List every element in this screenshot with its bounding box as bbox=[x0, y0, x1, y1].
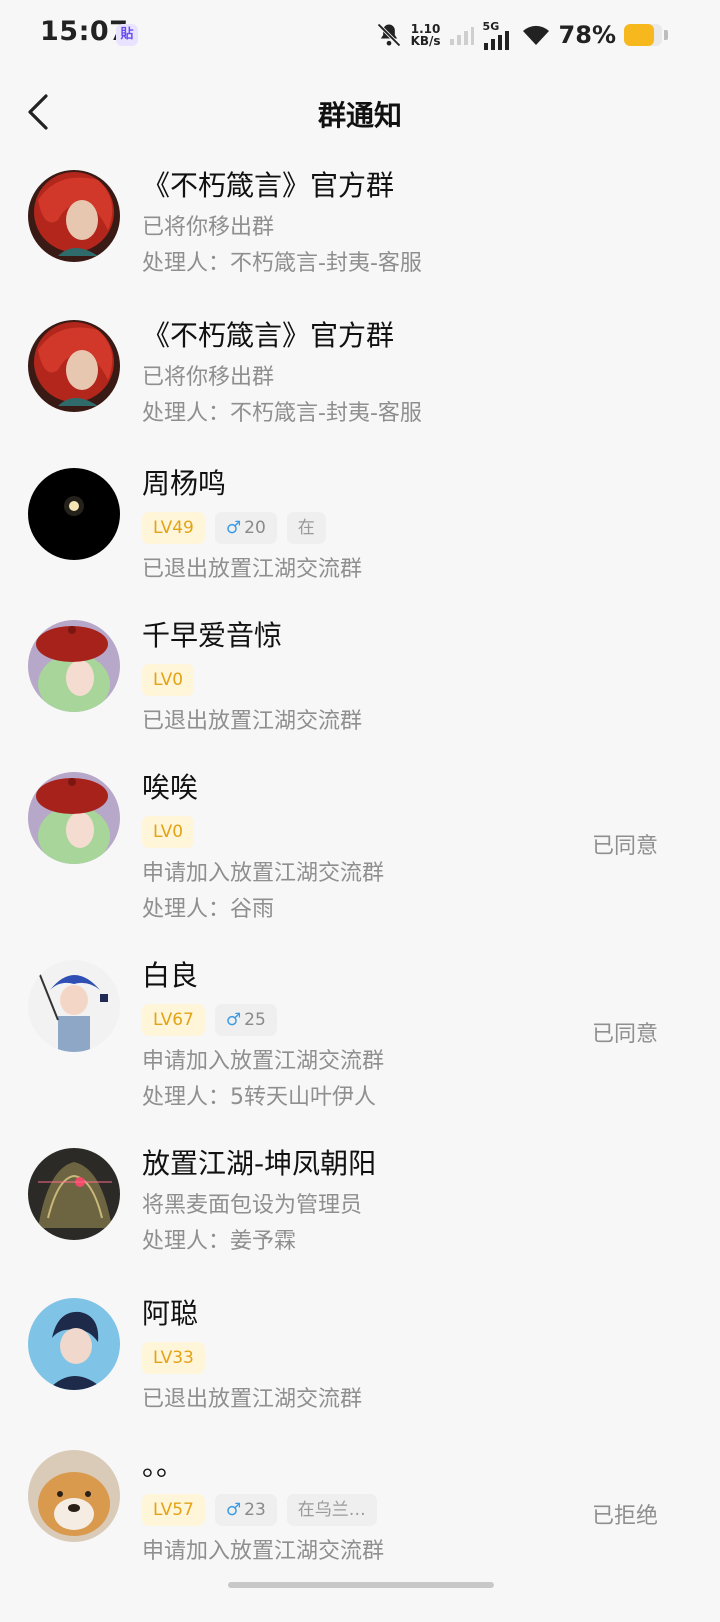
notification-handler: 处理人：5转天山叶伊人 bbox=[142, 1085, 376, 1110]
user-tags: LV49 ♂ 20 在 bbox=[142, 508, 610, 548]
home-indicator[interactable] bbox=[228, 1582, 494, 1588]
user-name: 周杨鸣 bbox=[142, 467, 227, 500]
user-tags: LV0 bbox=[142, 660, 610, 700]
male-icon: ♂ bbox=[225, 518, 242, 538]
notification-title: 《不朽箴言》官方群 bbox=[142, 319, 395, 352]
list-item[interactable]: 白良 LV67 ♂ 25 申请加入放置江湖交流群 处理人：5转天山叶伊人 已同意 bbox=[0, 944, 720, 1132]
top-bar: 群通知 bbox=[0, 72, 720, 152]
list-item[interactable]: 。。 LV57 ♂ 23 在乌兰… 申请加入放置江湖交流群 已拒绝 bbox=[0, 1434, 720, 1622]
notification-message: 已退出放置江湖交流群 bbox=[142, 1387, 363, 1412]
user-name: 唉唉 bbox=[142, 771, 199, 804]
list-item[interactable]: 周杨鸣 LV49 ♂ 20 在 已退出放置江湖交流群 bbox=[0, 452, 720, 604]
gender-age-badge: ♂ 25 bbox=[214, 1004, 277, 1036]
request-status: 已同意 bbox=[591, 834, 658, 859]
notification-message: 申请加入放置江湖交流群 bbox=[142, 1539, 385, 1564]
user-tags: LV0 bbox=[142, 812, 610, 852]
user-tags: LV57 ♂ 23 在乌兰… bbox=[142, 1490, 610, 1530]
user-name: 放置江湖-坤凤朝阳 bbox=[142, 1147, 377, 1180]
notification-handler: 处理人：不朽箴言-封夷-客服 bbox=[142, 251, 422, 276]
wifi-icon bbox=[522, 25, 549, 45]
gender-age-badge: ♂ 23 bbox=[214, 1494, 277, 1526]
notification-handler: 处理人：不朽箴言-封夷-客服 bbox=[142, 401, 422, 426]
status-right: 1.10 KB/s 5G 78% bbox=[375, 18, 668, 52]
notification-list: 《不朽箴言》官方群 已将你移出群 处理人：不朽箴言-封夷-客服 《不朽箴言》官方… bbox=[0, 152, 720, 1622]
notification-message: 已将你移出群 bbox=[142, 215, 275, 240]
avatar[interactable] bbox=[28, 320, 120, 412]
net-speed: 1.10 KB/s bbox=[410, 22, 441, 48]
list-item[interactable]: 唉唉 LV0 申请加入放置江湖交流群 处理人：谷雨 已同意 bbox=[0, 756, 720, 944]
avatar[interactable] bbox=[28, 772, 120, 864]
male-icon: ♂ bbox=[225, 1500, 242, 1520]
level-badge: LV33 bbox=[142, 1342, 205, 1374]
user-name: 。。 bbox=[142, 1449, 185, 1482]
user-name: 白良 bbox=[142, 959, 199, 992]
notification-message: 已退出放置江湖交流群 bbox=[142, 709, 363, 734]
avatar[interactable] bbox=[28, 1450, 120, 1542]
page-title: 群通知 bbox=[317, 99, 402, 132]
notification-message: 已将你移出群 bbox=[142, 365, 275, 390]
list-item[interactable]: 千早爱音惊 LV0 已退出放置江湖交流群 bbox=[0, 604, 720, 756]
male-icon: ♂ bbox=[225, 1010, 242, 1030]
app-notification-icon: 貼 bbox=[116, 24, 138, 46]
list-item[interactable]: 阿聪 LV33 已退出放置江湖交流群 bbox=[0, 1282, 720, 1434]
location-badge: 在 bbox=[286, 512, 326, 544]
list-item[interactable]: 放置江湖-坤凤朝阳 将黑麦面包设为管理员 处理人：姜予霖 bbox=[0, 1132, 720, 1282]
notification-handler: 处理人：姜予霖 bbox=[142, 1229, 297, 1254]
request-status: 已同意 bbox=[591, 1022, 658, 1047]
notification-message: 申请加入放置江湖交流群 bbox=[142, 861, 385, 886]
notification-handler: 处理人：谷雨 bbox=[142, 897, 275, 922]
level-badge: LV49 bbox=[142, 512, 205, 544]
signal-5g-icon: 5G bbox=[483, 20, 513, 50]
notification-message: 将黑麦面包设为管理员 bbox=[142, 1193, 363, 1218]
user-tags: LV33 bbox=[142, 1338, 610, 1378]
signal-icon bbox=[449, 27, 474, 45]
notification-message: 已退出放置江湖交流群 bbox=[142, 557, 363, 582]
request-status: 已拒绝 bbox=[591, 1504, 658, 1529]
user-tags: LV67 ♂ 25 bbox=[142, 1000, 610, 1040]
avatar[interactable] bbox=[28, 620, 120, 712]
level-badge: LV0 bbox=[142, 664, 195, 696]
user-name: 千早爱音惊 bbox=[142, 619, 283, 652]
level-badge: LV57 bbox=[142, 1494, 205, 1526]
battery-icon bbox=[624, 24, 662, 46]
notification-message: 申请加入放置江湖交流群 bbox=[142, 1049, 385, 1074]
list-item[interactable]: 《不朽箴言》官方群 已将你移出群 处理人：不朽箴言-封夷-客服 bbox=[0, 302, 720, 452]
battery-percent: 78% bbox=[558, 21, 616, 49]
avatar[interactable] bbox=[28, 1298, 120, 1390]
notification-title: 《不朽箴言》官方群 bbox=[142, 169, 395, 202]
avatar[interactable] bbox=[28, 170, 120, 262]
avatar[interactable] bbox=[28, 468, 120, 560]
battery-fill bbox=[624, 24, 654, 46]
avatar[interactable] bbox=[28, 960, 120, 1052]
battery-tip bbox=[664, 30, 668, 40]
location-badge: 在乌兰… bbox=[286, 1494, 377, 1526]
level-badge: LV0 bbox=[142, 816, 195, 848]
list-item[interactable]: 《不朽箴言》官方群 已将你移出群 处理人：不朽箴言-封夷-客服 bbox=[0, 152, 720, 302]
status-bar: 15:07 貼 1.10 KB/s 5G 78% bbox=[0, 0, 720, 70]
level-badge: LV67 bbox=[142, 1004, 205, 1036]
gender-age-badge: ♂ 20 bbox=[214, 512, 277, 544]
avatar[interactable] bbox=[28, 1148, 120, 1240]
mute-bell-icon bbox=[376, 23, 401, 47]
user-name: 阿聪 bbox=[142, 1297, 199, 1330]
